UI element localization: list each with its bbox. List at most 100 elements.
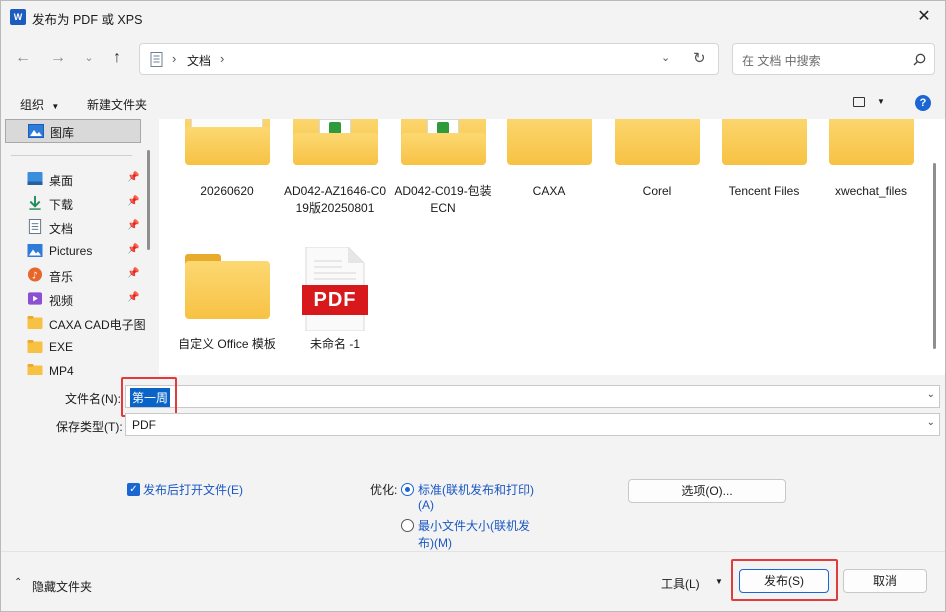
optimize-standard-suffix[interactable]: (A) <box>418 498 434 512</box>
organize-menu[interactable]: 组织 ▼ <box>20 96 59 113</box>
download-icon <box>29 195 41 210</box>
sidebar-item-label: 音乐 <box>49 270 74 284</box>
optimize-minimum-label[interactable]: 最小文件大小(联机发 <box>418 517 530 534</box>
help-icon[interactable]: ? <box>915 95 931 111</box>
address-bar[interactable]: › 文档 › ⌄ ↻ <box>139 43 719 75</box>
sidebar-item-label: 下载 <box>49 198 74 212</box>
search-box[interactable]: 在 文档 中搜索 <box>732 43 935 75</box>
radio-dot <box>404 486 410 492</box>
sidebar-scrollbar[interactable] <box>147 150 150 250</box>
filetype-value: PDF <box>132 418 156 432</box>
sidebar-item-caxa-cad[interactable]: CAXA CAD电子图 <box>1 311 146 335</box>
optimize-label: 优化: <box>370 483 398 497</box>
search-icon[interactable] <box>913 53 926 66</box>
close-button[interactable]: ✕ <box>901 1 945 33</box>
video-icon <box>27 292 43 305</box>
folder-icon <box>27 364 43 375</box>
folder-icon <box>722 119 807 165</box>
optimize-minimum-suffix[interactable]: 布)(M) <box>418 534 452 551</box>
folder-front <box>185 127 270 165</box>
search-input[interactable]: 在 文档 中搜索 <box>742 52 821 69</box>
music-icon: ♪ <box>27 267 43 282</box>
document-icon <box>150 52 163 67</box>
pin-icon: 📌 <box>127 220 140 231</box>
sidebar-item-documents[interactable]: 文档 📌 <box>1 215 141 239</box>
sidebar-item-downloads[interactable]: 下载 📌 <box>1 191 141 215</box>
sidebar-item-mp4[interactable]: MP4 <box>1 359 141 375</box>
file-name: 20260620 <box>200 184 254 198</box>
sidebar-item-desktop[interactable]: 桌面 📌 <box>1 167 141 191</box>
highlight-filename <box>121 377 177 417</box>
sidebar-item-videos[interactable]: 视频 📌 <box>1 287 141 311</box>
folder-icon <box>293 119 378 165</box>
svg-text:♪: ♪ <box>32 270 38 281</box>
sidebar-item-label: 桌面 <box>49 174 74 188</box>
up-button[interactable]: ↑ <box>106 47 128 69</box>
folder-icon <box>401 119 486 165</box>
window-title: 发布为 PDF 或 XPS <box>32 13 143 27</box>
sidebar-divider <box>11 155 132 156</box>
caret-down-icon: ▼ <box>51 102 60 111</box>
chevron-down-icon[interactable]: ⌄ <box>927 389 935 400</box>
navigation-pane: 图库 桌面 📌 下载 📌 文档 📌 Pictures 📌 ♪ 音乐 📌 视频 📌… <box>1 119 152 375</box>
desktop-icon <box>27 172 43 185</box>
file-name: 自定义 Office 模板 <box>178 337 276 351</box>
file-name: 未命名 -1 <box>309 337 360 351</box>
new-folder-button[interactable]: 新建文件夹 <box>87 96 147 113</box>
sidebar-item-label: CAXA CAD电子图 <box>49 318 146 332</box>
open-after-publish-checkbox[interactable]: ✓ <box>127 483 140 496</box>
folder-icon <box>185 119 270 165</box>
optimize-minimum-radio[interactable] <box>401 519 414 532</box>
file-list-scrollbar[interactable] <box>933 163 936 349</box>
refresh-icon[interactable]: ↻ <box>693 49 706 67</box>
file-list: 20260620 AD042-AZ1646-C019版20250801 AD04… <box>159 119 945 375</box>
folder-icon <box>615 119 700 165</box>
recent-locations-button[interactable]: ⌄ <box>78 47 100 69</box>
options-button[interactable]: 选项(O)... <box>628 479 786 503</box>
back-button[interactable]: ← <box>12 47 34 69</box>
file-name: CAXA <box>532 184 566 198</box>
pictures-icon <box>27 244 43 257</box>
optimize-standard-label[interactable]: 标准(联机发布和打印) <box>418 481 534 498</box>
pin-icon: 📌 <box>127 196 140 207</box>
open-after-publish-label[interactable]: 发布后打开文件(E) <box>143 481 243 498</box>
file-name: AD042-AZ1646-C019版20250801 <box>283 184 387 215</box>
file-name: AD042-C019-包装ECN <box>394 184 492 215</box>
file-name: Tencent Files <box>728 184 800 198</box>
gallery-icon <box>28 124 44 138</box>
folder-icon <box>829 119 914 165</box>
pin-icon: 📌 <box>127 172 140 183</box>
sidebar-item-music[interactable]: ♪ 音乐 📌 <box>1 263 141 287</box>
filename-field[interactable]: 第一周 ⌄ <box>125 385 940 408</box>
view-caret-icon: ▼ <box>877 97 885 106</box>
word-app-icon: W <box>10 9 29 25</box>
chevron-down-icon[interactable]: ⌄ <box>927 417 935 428</box>
filetype-label: 保存类型(T): <box>56 420 123 434</box>
file-name: xwechat_files <box>834 184 908 198</box>
breadcrumb-documents[interactable]: 文档 <box>187 52 211 69</box>
document-icon <box>28 219 42 234</box>
sidebar-item-label: 文档 <box>49 222 74 236</box>
breadcrumb-separator-icon: › <box>172 51 177 66</box>
chevron-up-icon[interactable]: ⌃ <box>14 577 22 588</box>
sidebar-item-exe[interactable]: EXE <box>1 335 141 359</box>
breadcrumb-chevron-icon[interactable]: › <box>220 51 224 66</box>
folder-icon <box>27 316 43 329</box>
tools-caret-icon[interactable]: ▼ <box>715 577 723 586</box>
pin-icon: 📌 <box>127 292 140 303</box>
chevron-down-icon: ⌄ <box>84 52 94 64</box>
hide-folders-button[interactable]: 隐藏文件夹 <box>32 578 92 595</box>
pin-icon: 📌 <box>127 244 140 255</box>
sidebar-item-pictures[interactable]: Pictures 📌 <box>1 239 141 263</box>
forward-button[interactable]: → <box>47 47 69 69</box>
folder-front <box>293 133 378 165</box>
filetype-select[interactable]: PDF ⌄ <box>125 413 940 436</box>
sidebar-item-gallery[interactable]: 图库 <box>5 119 141 143</box>
address-dropdown-icon[interactable]: ⌄ <box>661 51 670 64</box>
highlight-publish <box>731 559 838 601</box>
folder-icon <box>507 119 592 165</box>
tools-menu[interactable]: 工具(L) <box>661 575 700 592</box>
publish-dialog: W 发布为 PDF 或 XPS ✕ ← → ⌄ ↑ › 文档 › ⌄ ↻ 在 文… <box>0 0 946 612</box>
optimize-standard-radio[interactable] <box>401 483 414 496</box>
cancel-button[interactable]: 取消 <box>843 569 927 593</box>
